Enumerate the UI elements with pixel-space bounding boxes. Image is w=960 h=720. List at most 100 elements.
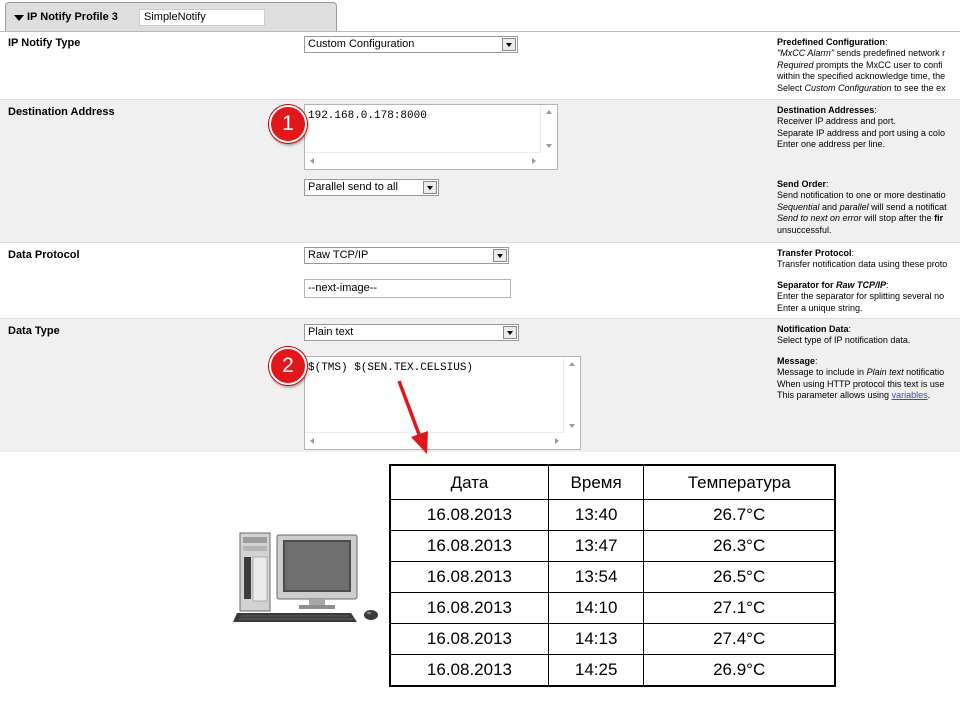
- data-protocol-label: Data Protocol: [8, 249, 80, 261]
- cell-time: 13:54: [547, 561, 645, 593]
- help-text: Required: [777, 59, 814, 70]
- help-text: and: [819, 201, 840, 212]
- horizontal-scrollbar[interactable]: [305, 152, 541, 169]
- table-row: 16.08.2013 13:47 26.3°C: [389, 530, 836, 562]
- help-text: When using HTTP protocol this text is us…: [777, 378, 945, 389]
- cell-date: 16.08.2013: [389, 654, 549, 687]
- dropdown-arrow-icon[interactable]: [503, 326, 517, 339]
- horizontal-scrollbar[interactable]: [305, 432, 564, 449]
- cell-date: 16.08.2013: [389, 561, 549, 593]
- help-text: unsuccessful.: [777, 224, 832, 235]
- monitor-screen-glare: [285, 542, 349, 590]
- destination-address-textarea[interactable]: 192.168.0.178:8000: [304, 104, 558, 170]
- variables-link[interactable]: variables: [892, 390, 928, 400]
- help-text: .: [927, 390, 931, 401]
- table-row: 16.08.2013 13:54 26.5°C: [389, 561, 836, 593]
- help-text: will send a notificat: [868, 201, 947, 212]
- cell-temperature: 27.1°C: [643, 592, 836, 624]
- settings-panel: IP Notify Type Custom Configuration Pred…: [0, 31, 960, 452]
- cell-temperature: 26.7°C: [643, 499, 836, 531]
- help-text: Sequential: [777, 201, 820, 212]
- dropdown-arrow-icon[interactable]: [502, 38, 516, 51]
- scroll-up-icon[interactable]: [569, 362, 575, 366]
- help-heading: Transfer Protocol: [777, 248, 852, 258]
- ip-notify-type-select[interactable]: Custom Configuration: [304, 36, 518, 53]
- column-header-temperature: Температура: [643, 464, 836, 500]
- scroll-left-icon[interactable]: [310, 158, 314, 164]
- help-notification-data: Notification Data: Select type of IP not…: [777, 324, 960, 347]
- input-value: --next-image--: [308, 282, 378, 294]
- help-text: will stop after the: [861, 213, 935, 224]
- cell-date: 16.08.2013: [389, 592, 549, 624]
- help-text: Separate IP address and port using a col…: [777, 127, 945, 138]
- vertical-scrollbar[interactable]: [540, 105, 557, 153]
- data-protocol-select[interactable]: Raw TCP/IP: [304, 247, 509, 264]
- table-row: 16.08.2013 14:25 26.9°C: [389, 654, 836, 687]
- message-textarea[interactable]: $(TMS) $(SEN.TEX.CELSIUS): [304, 356, 581, 450]
- vertical-scrollbar[interactable]: [563, 357, 580, 433]
- help-text: Select type of IP notification data.: [777, 335, 911, 346]
- help-text: Plain text: [866, 367, 904, 378]
- cell-date: 16.08.2013: [389, 623, 549, 655]
- callout-badge-2: 2: [269, 347, 307, 385]
- row-data-protocol: Data Protocol Raw TCP/IP --next-image-- …: [0, 243, 960, 319]
- cell-time: 13:47: [547, 530, 645, 562]
- table-row: 16.08.2013 13:40 26.7°C: [389, 499, 836, 531]
- help-text: This parameter allows using: [777, 390, 892, 401]
- help-text: to see the ex: [891, 82, 946, 93]
- help-text: Transfer notification data using these p…: [777, 259, 948, 270]
- help-heading: Send Order: [777, 179, 827, 189]
- tower-panel: [244, 557, 251, 599]
- help-text: Send to next on error: [777, 213, 862, 224]
- help-text: Message to include in: [777, 367, 867, 378]
- drive-bay: [243, 546, 267, 551]
- help-text: Enter one address per line.: [777, 139, 886, 150]
- tower-side: [252, 556, 268, 602]
- destination-address-label: Destination Address: [8, 106, 115, 118]
- row-destination-address: Destination Address 192.168.0.178:8000 P…: [0, 100, 960, 243]
- help-text: Select: [777, 82, 805, 93]
- row-ip-notify-type: IP Notify Type Custom Configuration Pred…: [0, 31, 960, 100]
- scroll-up-icon[interactable]: [546, 110, 552, 114]
- select-value: Parallel send to all: [308, 181, 398, 193]
- column-header-date: Дата: [389, 464, 549, 500]
- separator-input[interactable]: --next-image--: [304, 279, 511, 298]
- cell-temperature: 27.4°C: [643, 623, 836, 655]
- dropdown-arrow-icon[interactable]: [493, 249, 507, 262]
- data-type-label: Data Type: [8, 325, 60, 337]
- table-header-row: Дата Время Температура: [389, 464, 836, 500]
- help-send-order: Send Order: Send notification to one or …: [777, 179, 960, 236]
- send-order-select[interactable]: Parallel send to all: [304, 179, 439, 196]
- help-predefined-configuration: Predefined Configuration: "MxCC Alarm" s…: [777, 37, 960, 94]
- cell-temperature: 26.5°C: [643, 561, 836, 593]
- cell-date: 16.08.2013: [389, 499, 549, 531]
- desktop-computer-icon: [233, 532, 378, 622]
- help-text: fir: [934, 213, 944, 224]
- triangle-down-icon[interactable]: [14, 15, 24, 21]
- scroll-down-icon[interactable]: [546, 144, 552, 148]
- scroll-right-icon[interactable]: [555, 438, 559, 444]
- help-message: Message: Message to include in Plain tex…: [777, 356, 960, 402]
- callout-badge-1: 1: [269, 105, 307, 143]
- dropdown-arrow-icon[interactable]: [423, 181, 437, 194]
- scroll-down-icon[interactable]: [569, 424, 575, 428]
- monitor-base: [299, 605, 335, 609]
- keyboard: [233, 613, 357, 622]
- help-text: Custom Configuration: [804, 82, 892, 93]
- help-heading: Predefined Configuration: [777, 37, 885, 47]
- tab-ip-notify-profile[interactable]: IP Notify Profile 3 SimpleNotify: [5, 2, 337, 31]
- help-text: parallel: [839, 201, 869, 212]
- cell-date: 16.08.2013: [389, 530, 549, 562]
- help-text: within the specified acknowledge time, t…: [777, 71, 946, 82]
- scroll-left-icon[interactable]: [310, 438, 314, 444]
- select-value: Custom Configuration: [308, 38, 415, 50]
- profile-name-input[interactable]: SimpleNotify: [139, 9, 265, 26]
- drive-bay: [243, 537, 267, 543]
- scroll-right-icon[interactable]: [532, 158, 536, 164]
- mouse: [364, 610, 378, 620]
- help-text: Send notification to one or more destina…: [777, 190, 946, 201]
- help-text: notificatio: [903, 367, 945, 378]
- help-text: prompts the MxCC user to confi: [813, 59, 943, 70]
- cell-temperature: 26.3°C: [643, 530, 836, 562]
- data-type-select[interactable]: Plain text: [304, 324, 519, 341]
